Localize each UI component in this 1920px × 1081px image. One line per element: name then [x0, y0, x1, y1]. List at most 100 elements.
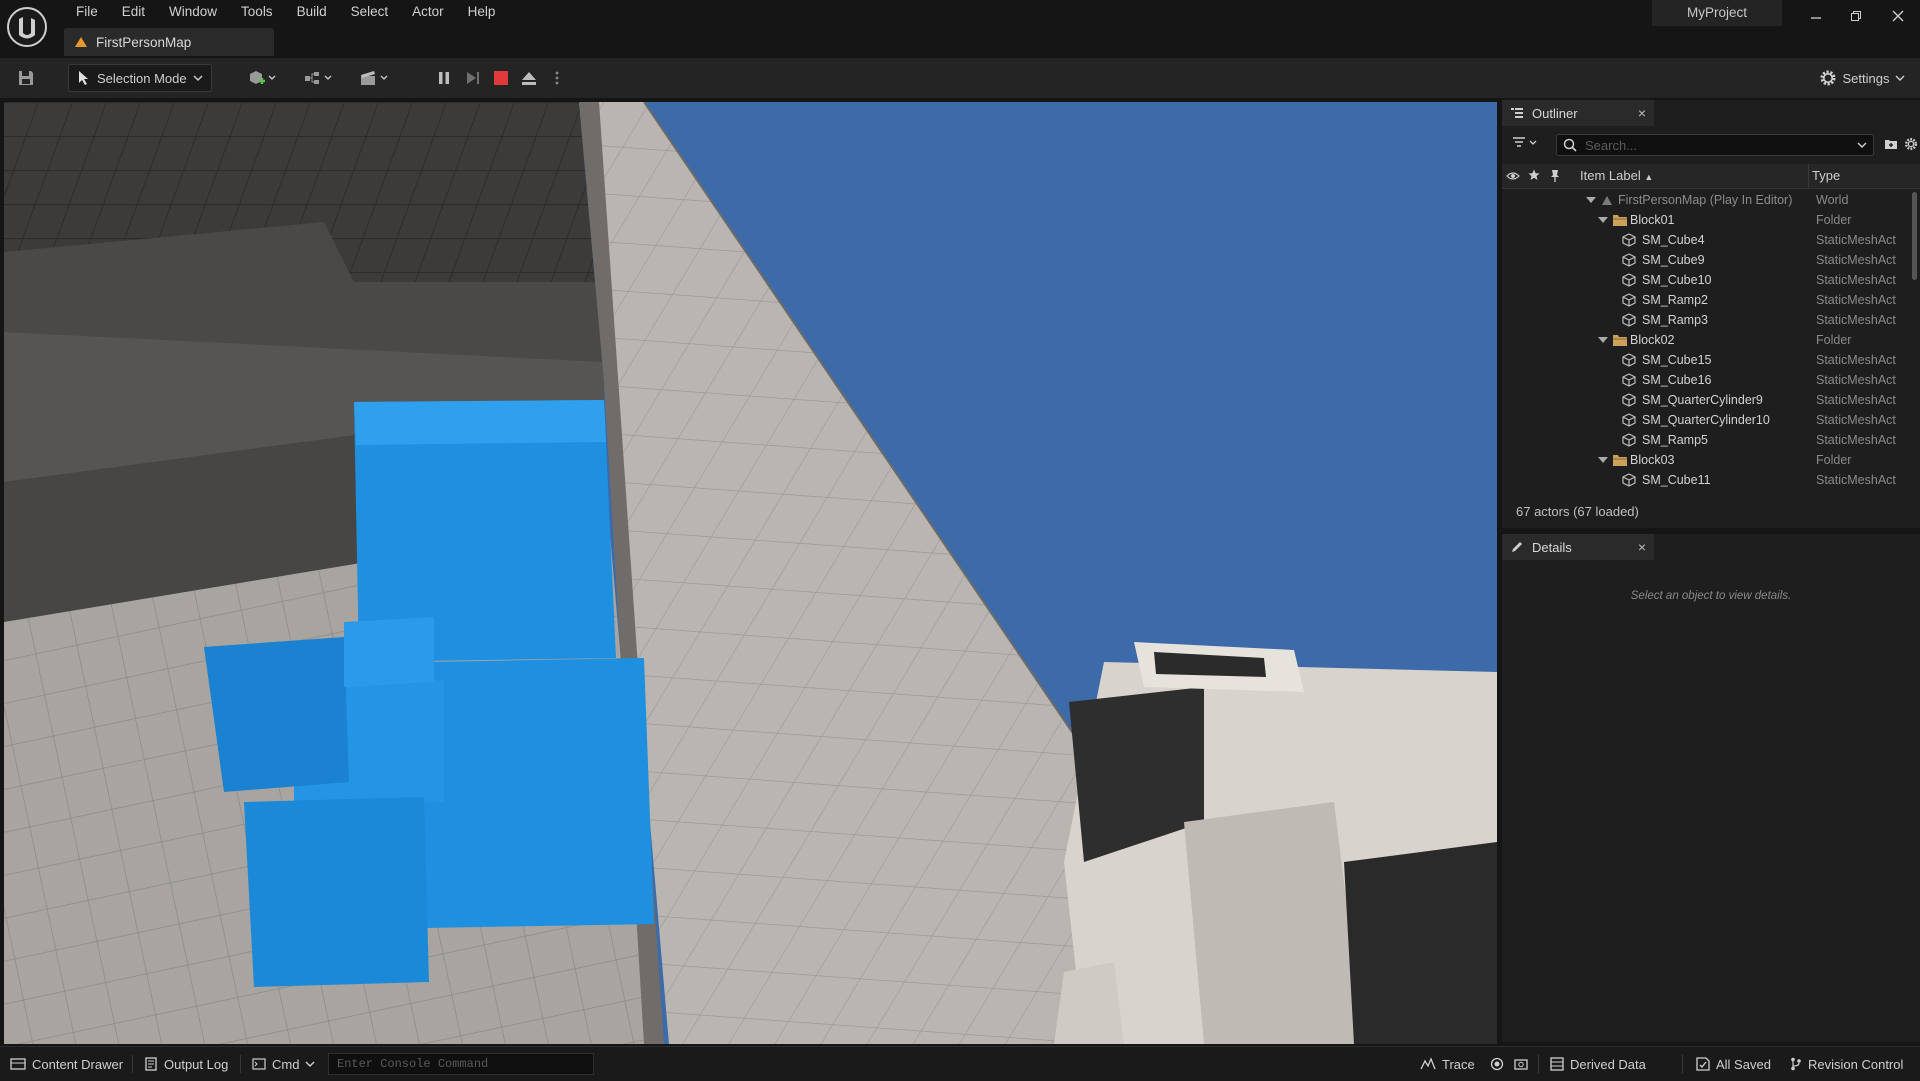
tree-row-folder[interactable]: Block03 Folder [1502, 450, 1912, 470]
record-button[interactable] [1490, 1047, 1504, 1081]
tree-row-actor[interactable]: SM_Cube11 StaticMeshAct [1502, 470, 1912, 490]
outliner-settings-button[interactable] [1904, 137, 1918, 151]
derived-data-button[interactable]: Derived Data [1550, 1047, 1646, 1081]
add-actor-button[interactable] [242, 64, 282, 92]
star-icon[interactable] [1528, 169, 1540, 181]
menu-select[interactable]: Select [339, 2, 401, 22]
tree-row-actor[interactable]: SM_QuarterCylinder10 StaticMeshAct [1502, 410, 1912, 430]
eye-icon[interactable] [1506, 170, 1520, 182]
saved-icon [1696, 1057, 1710, 1071]
document-tab[interactable]: FirstPersonMap [64, 28, 274, 56]
close-icon[interactable]: × [1638, 539, 1646, 555]
outliner-scrollbar[interactable] [1912, 192, 1917, 280]
world-icon [1602, 196, 1612, 205]
pin-icon[interactable] [1550, 169, 1560, 183]
minimize-button[interactable] [1796, 0, 1836, 32]
document-tab-label: FirstPersonMap [96, 34, 192, 50]
trace-button[interactable]: Trace [1420, 1047, 1475, 1081]
search-input[interactable] [1583, 136, 1847, 154]
viewport-scene [4, 102, 1497, 1044]
tree-row-type: Folder [1816, 453, 1852, 467]
tree-row-world[interactable]: FirstPersonMap (Play In Editor) World [1502, 190, 1912, 210]
save-icon [19, 71, 33, 85]
menu-tools[interactable]: Tools [229, 2, 285, 22]
new-folder-button[interactable] [1884, 137, 1898, 151]
tree-row-actor[interactable]: SM_Ramp3 StaticMeshAct [1502, 310, 1912, 330]
save-button[interactable] [12, 64, 40, 92]
tree-row-actor[interactable]: SM_Ramp5 StaticMeshAct [1502, 430, 1912, 450]
more-vertical-icon [555, 71, 559, 85]
divider [132, 1055, 133, 1073]
status-bar: Content Drawer Output Log Cmd Trace Deri… [0, 1046, 1920, 1081]
tree-row-label: SM_Cube11 [1642, 473, 1711, 487]
close-window-button[interactable] [1878, 0, 1918, 32]
selection-mode-dropdown[interactable]: Selection Mode [68, 64, 212, 92]
stop-button[interactable] [488, 64, 514, 92]
tree-row-actor[interactable]: SM_QuarterCylinder9 StaticMeshAct [1502, 390, 1912, 410]
expand-arrow-icon[interactable] [1598, 457, 1608, 463]
column-type[interactable]: Type [1812, 164, 1840, 188]
expand-arrow-icon[interactable] [1598, 217, 1608, 223]
tree-row-type: World [1816, 193, 1849, 207]
menu-build[interactable]: Build [285, 2, 339, 22]
tree-row-actor[interactable]: SM_Cube4 StaticMeshAct [1502, 230, 1912, 250]
screenshot-button[interactable] [1514, 1047, 1528, 1081]
all-saved-label: All Saved [1716, 1056, 1771, 1072]
tree-row-label: FirstPersonMap (Play In Editor) [1618, 193, 1793, 207]
console-command-input[interactable] [328, 1053, 594, 1075]
outliner-tab[interactable]: Outliner × [1502, 100, 1654, 126]
level-viewport[interactable] [4, 102, 1497, 1044]
tree-row-actor[interactable]: SM_Cube10 StaticMeshAct [1502, 270, 1912, 290]
tree-row-type: StaticMeshAct [1816, 273, 1896, 287]
outliner-toolbar [1502, 130, 1920, 160]
filter-button[interactable] [1512, 136, 1540, 150]
tree-row-actor[interactable]: SM_Cube9 StaticMeshAct [1502, 250, 1912, 270]
unreal-logo-icon[interactable] [4, 4, 50, 50]
outliner-tab-label: Outliner [1532, 105, 1578, 121]
output-log-button[interactable]: Output Log [144, 1047, 228, 1081]
search-icon [1563, 138, 1577, 152]
chevron-down-icon [305, 1061, 315, 1067]
divider [240, 1055, 241, 1073]
revision-control-button[interactable]: Revision Control [1790, 1047, 1903, 1081]
static-mesh-icon [1622, 253, 1636, 267]
tree-row-folder[interactable]: Block02 Folder [1502, 330, 1912, 350]
tree-row-label: SM_Ramp5 [1642, 433, 1708, 447]
eject-button[interactable] [516, 64, 542, 92]
add-actor-icon [250, 71, 276, 84]
minimize-icon [1811, 17, 1821, 19]
tree-row-actor[interactable]: SM_Cube16 StaticMeshAct [1502, 370, 1912, 390]
cmd-dropdown[interactable]: Cmd [252, 1047, 315, 1081]
tree-row-type: StaticMeshAct [1816, 393, 1896, 407]
tree-row-label: Block02 [1630, 333, 1675, 347]
tree-row-actor[interactable]: SM_Ramp2 StaticMeshAct [1502, 290, 1912, 310]
pause-button[interactable] [432, 64, 456, 92]
tree-row-actor[interactable]: SM_Cube15 StaticMeshAct [1502, 350, 1912, 370]
details-tab[interactable]: Details × [1502, 534, 1654, 560]
menu-window[interactable]: Window [157, 2, 229, 22]
restore-button[interactable] [1836, 0, 1876, 32]
tree-row-folder[interactable]: Block01 Folder [1502, 210, 1912, 230]
play-options-button[interactable] [550, 64, 564, 92]
expand-arrow-icon[interactable] [1598, 337, 1608, 343]
chevron-down-icon[interactable] [1857, 142, 1867, 148]
content-drawer-button[interactable]: Content Drawer [10, 1047, 123, 1081]
static-mesh-icon [1622, 233, 1636, 247]
record-icon [1490, 1057, 1504, 1071]
blueprints-button[interactable] [298, 64, 338, 92]
all-saved-button[interactable]: All Saved [1696, 1047, 1771, 1081]
close-icon[interactable]: × [1638, 105, 1646, 121]
menu-edit[interactable]: Edit [110, 2, 157, 22]
static-mesh-icon [1622, 353, 1636, 367]
frame-skip-button[interactable] [460, 64, 486, 92]
column-item-label[interactable]: Item Label ▲ [1580, 164, 1653, 189]
expand-arrow-icon[interactable] [1586, 197, 1596, 203]
outliner-search[interactable] [1556, 134, 1874, 156]
settings-button[interactable]: Settings [1810, 64, 1914, 92]
cinematics-button[interactable] [354, 64, 394, 92]
tree-row-label: SM_Ramp3 [1642, 313, 1708, 327]
menu-actor[interactable]: Actor [400, 2, 456, 22]
menu-file[interactable]: File [64, 2, 110, 22]
menu-help[interactable]: Help [456, 2, 508, 22]
trace-label: Trace [1442, 1056, 1475, 1072]
